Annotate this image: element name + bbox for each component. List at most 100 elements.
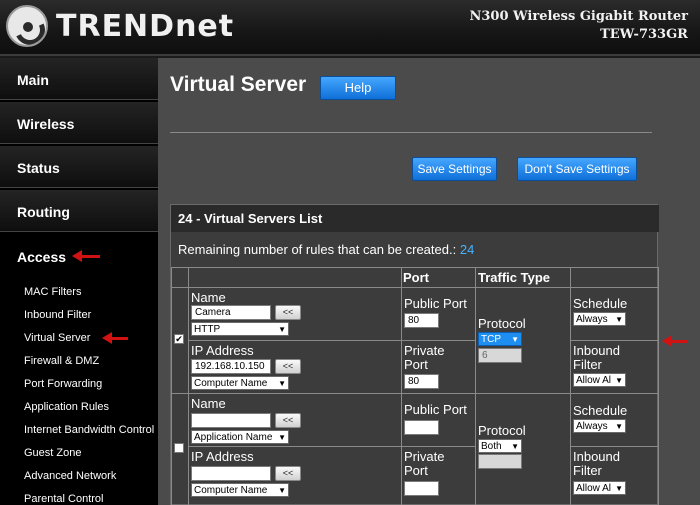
select-value: TCP <box>481 334 501 345</box>
rule-enable-checkbox[interactable]: ✔ <box>174 334 184 344</box>
subnav-virtual-server[interactable]: Virtual Server <box>24 332 90 344</box>
red-arrow-icon <box>72 250 100 262</box>
inbound-filter-select[interactable]: Allow Al ▼ <box>573 481 626 495</box>
subnav-mac-filters[interactable]: MAC Filters <box>24 286 81 298</box>
header-cell <box>188 267 402 288</box>
chevron-down-icon: ▼ <box>511 335 519 344</box>
ip-address-label: IP Address <box>191 449 254 464</box>
product-sku: TEW-733GR <box>600 27 688 42</box>
subnav-firewall-dmz[interactable]: Firewall & DMZ <box>24 355 99 367</box>
protocol-label: Protocol <box>478 423 526 438</box>
application-name-select[interactable]: HTTP ▼ <box>191 322 289 336</box>
save-settings-button[interactable]: Save Settings <box>412 157 497 181</box>
panel-title: 24 - Virtual Servers List <box>171 205 659 232</box>
select-value: HTTP <box>194 324 221 335</box>
rule-name-input[interactable]: Camera <box>191 305 271 320</box>
select-value: Computer Name <box>194 378 268 389</box>
schedule-select[interactable]: Always ▼ <box>573 419 626 433</box>
chevron-down-icon: ▼ <box>278 486 286 495</box>
name-label: Name <box>191 290 226 305</box>
computer-name-select[interactable]: Computer Name ▼ <box>191 376 289 390</box>
product-model-line: N300 Wireless Gigabit Router <box>469 9 688 24</box>
col-traffic-header: Traffic Type <box>478 270 551 285</box>
nav-routing[interactable]: Routing <box>0 190 158 232</box>
protocol-select[interactable]: TCP ▼ <box>478 332 522 346</box>
copy-computer-name-button[interactable]: << <box>275 466 301 481</box>
dont-save-settings-button[interactable]: Don't Save Settings <box>517 157 637 181</box>
subnav-port-forwarding[interactable]: Port Forwarding <box>24 378 102 390</box>
subnav-guest-zone[interactable]: Guest Zone <box>24 447 81 459</box>
private-port-input[interactable]: 80 <box>404 374 439 389</box>
virtual-servers-panel: 24 - Virtual Servers List Remaining numb… <box>170 204 659 505</box>
protocol-number-input[interactable] <box>478 454 522 469</box>
select-value: Both <box>481 441 502 452</box>
computer-name-select[interactable]: Computer Name ▼ <box>191 483 289 497</box>
remaining-rules: Remaining number of rules that can be cr… <box>178 242 474 257</box>
copy-app-name-button[interactable]: << <box>275 413 301 428</box>
select-value: Allow Al <box>576 483 612 494</box>
ip-address-input[interactable]: 192.168.10.150 <box>191 359 271 374</box>
chevron-down-icon: ▼ <box>615 422 623 431</box>
inbound-filter-select[interactable]: Allow Al ▼ <box>573 373 626 387</box>
col-port-header: Port <box>403 270 429 285</box>
sidebar: Main Wireless Status Routing Access MAC … <box>0 58 158 505</box>
remaining-label: Remaining number of rules that can be cr… <box>178 242 457 257</box>
private-port-label: Private Port <box>404 343 445 372</box>
schedule-label: Schedule <box>573 296 628 311</box>
private-port-input[interactable] <box>404 481 439 496</box>
select-value: Allow Al <box>576 375 612 386</box>
subnav-bandwidth-control[interactable]: Internet Bandwidth Control <box>24 424 154 436</box>
select-value: Always <box>576 314 608 325</box>
brand-name: TRENDnet <box>56 9 235 44</box>
nav-status[interactable]: Status <box>0 146 158 188</box>
nav-wireless[interactable]: Wireless <box>0 102 158 144</box>
select-value: Always <box>576 421 608 432</box>
rule-name-input[interactable] <box>191 413 271 428</box>
rule-enable-checkbox[interactable] <box>174 443 184 453</box>
divider <box>170 132 652 133</box>
chevron-down-icon: ▼ <box>615 376 623 385</box>
page-title: Virtual Server <box>170 73 307 96</box>
application-name-select[interactable]: Application Name ▼ <box>191 430 289 444</box>
public-port-label: Public Port <box>404 402 467 417</box>
subnav-application-rules[interactable]: Application Rules <box>24 401 109 413</box>
subnav-inbound-filter[interactable]: Inbound Filter <box>24 309 91 321</box>
help-button[interactable]: Help <box>320 76 396 100</box>
red-arrow-icon <box>662 335 688 347</box>
name-label: Name <box>191 396 226 411</box>
main-content: Virtual Server Help Save Settings Don't … <box>158 58 700 505</box>
chevron-down-icon: ▼ <box>278 325 286 334</box>
product-info: N300 Wireless Gigabit Router TEW-733GR <box>469 8 688 44</box>
trendnet-logo-icon <box>6 5 48 47</box>
ip-address-label: IP Address <box>191 343 254 358</box>
remaining-count: 24 <box>459 242 475 257</box>
chevron-down-icon: ▼ <box>278 433 286 442</box>
red-arrow-icon <box>102 332 128 344</box>
chevron-down-icon: ▼ <box>615 484 623 493</box>
protocol-select[interactable]: Both ▼ <box>478 439 522 453</box>
public-port-input[interactable] <box>404 420 439 435</box>
chevron-down-icon: ▼ <box>615 315 623 324</box>
rules-table: Port Traffic Type ✔ Name Camera << HTTP … <box>171 267 659 505</box>
inbound-filter-label: Inbound Filter <box>573 449 620 478</box>
subnav-advanced-network[interactable]: Advanced Network <box>24 470 116 482</box>
schedule-select[interactable]: Always ▼ <box>573 312 626 326</box>
protocol-number-input[interactable]: 6 <box>478 348 522 363</box>
private-port-label: Private Port <box>404 449 445 478</box>
header-cell <box>570 267 659 288</box>
protocol-label: Protocol <box>478 316 526 331</box>
subnav-parental-control[interactable]: Parental Control <box>24 493 104 505</box>
schedule-label: Schedule <box>573 403 628 418</box>
copy-app-name-button[interactable]: << <box>275 305 301 320</box>
copy-computer-name-button[interactable]: << <box>275 359 301 374</box>
chevron-down-icon: ▼ <box>278 379 286 388</box>
select-value: Computer Name <box>194 485 268 496</box>
nav-main[interactable]: Main <box>0 58 158 100</box>
inbound-filter-label: Inbound Filter <box>573 343 620 372</box>
header-bar: TRENDnet N300 Wireless Gigabit Router TE… <box>0 0 700 56</box>
chevron-down-icon: ▼ <box>511 442 519 451</box>
public-port-label: Public Port <box>404 296 467 311</box>
select-value: Application Name <box>194 432 273 443</box>
ip-address-input[interactable] <box>191 466 271 481</box>
public-port-input[interactable]: 80 <box>404 313 439 328</box>
